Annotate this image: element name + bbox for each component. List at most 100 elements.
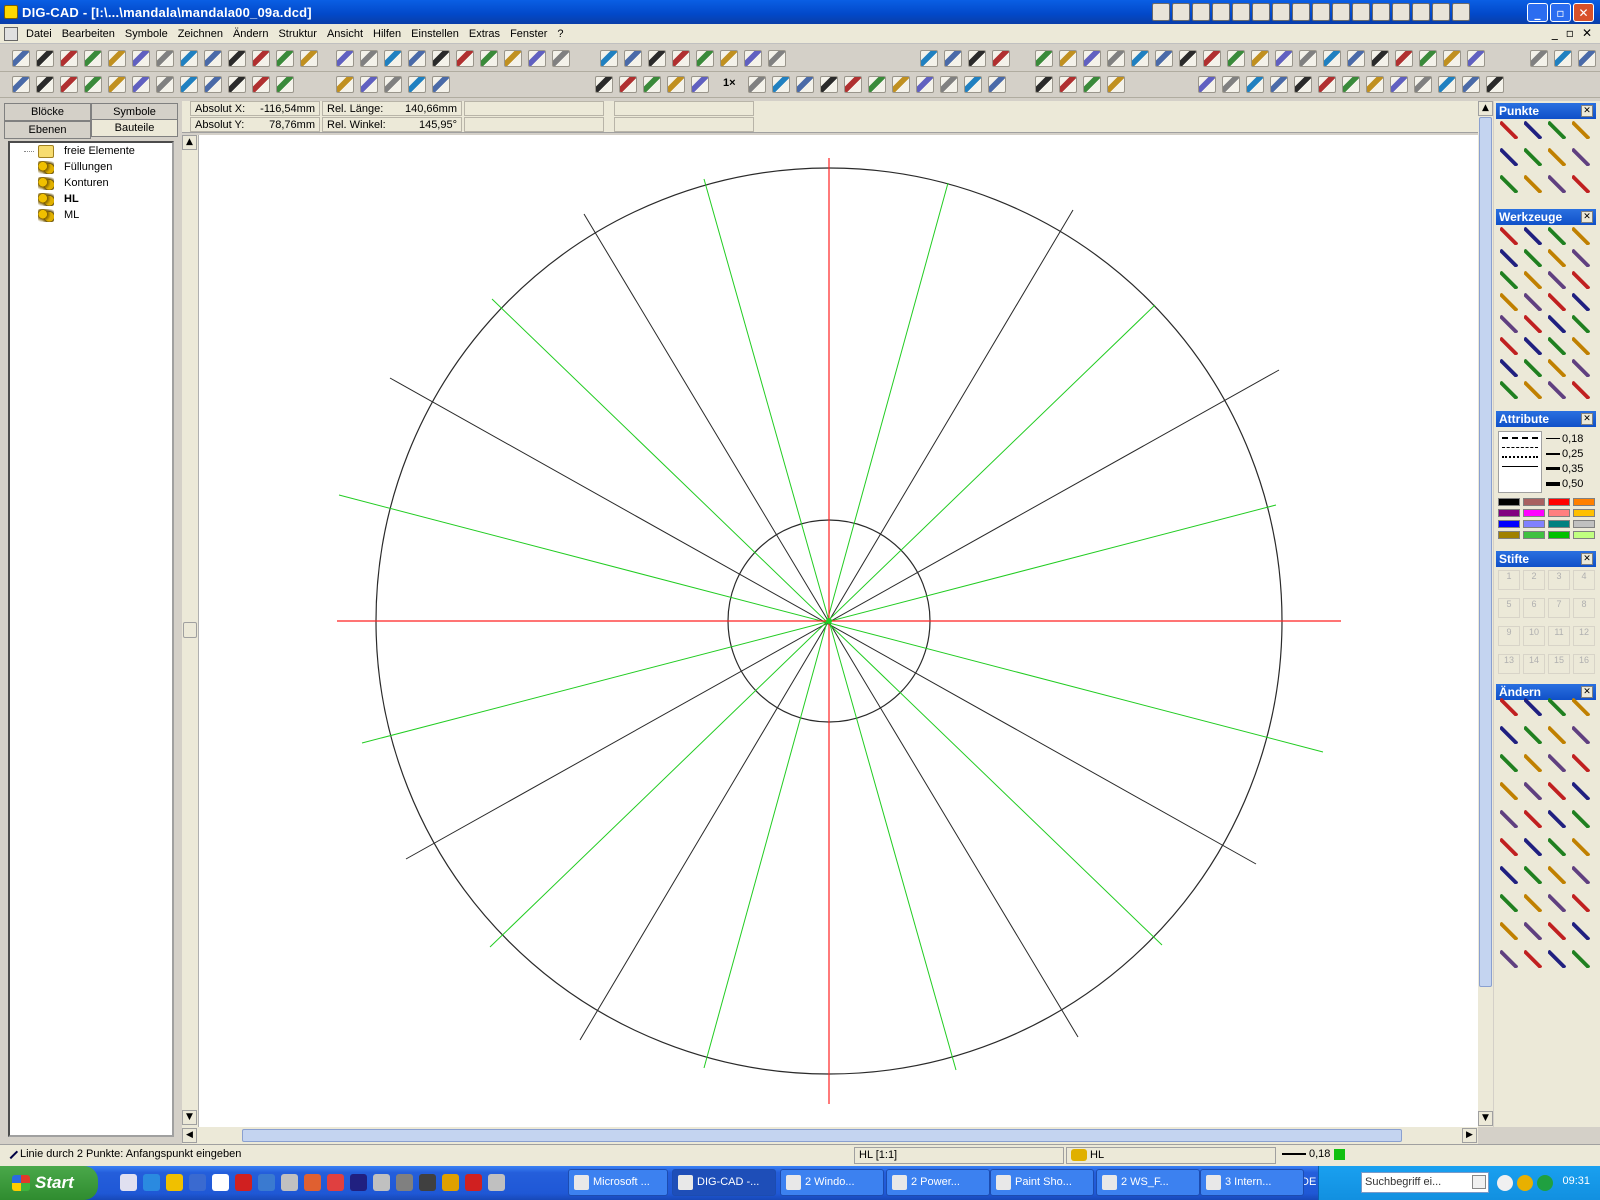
toolbar-button-icon[interactable]: [480, 50, 498, 67]
toolbar-button-icon[interactable]: [1083, 50, 1101, 67]
toolbar-button-icon[interactable]: [60, 76, 78, 93]
toolbar-button-icon[interactable]: [432, 76, 450, 93]
pen-button[interactable]: 13: [1498, 654, 1520, 674]
palette-tool-icon[interactable]: [1548, 754, 1566, 772]
scroll-down-icon[interactable]: ▼: [1478, 1111, 1493, 1126]
toolbar-button-icon[interactable]: [504, 50, 522, 67]
line-width-option[interactable]: 0,18: [1546, 431, 1596, 446]
toolbar-button-icon[interactable]: [1246, 76, 1264, 93]
menu-struktur[interactable]: Struktur: [273, 28, 322, 40]
close-button[interactable]: ✕: [1573, 3, 1594, 22]
palette-tool-icon[interactable]: [1548, 249, 1566, 267]
toolbar-button-icon[interactable]: [1179, 50, 1197, 67]
toolbar-button-icon[interactable]: [1131, 50, 1149, 67]
left-vertical-scrollbar[interactable]: ▲ ▼: [182, 135, 199, 1127]
palette-tool-icon[interactable]: [1572, 271, 1590, 289]
toolbar-button-icon[interactable]: [1371, 50, 1389, 67]
palette-tool-icon[interactable]: [1500, 175, 1518, 193]
toolbar-button-icon[interactable]: [720, 50, 738, 67]
toolbar-button-icon[interactable]: [204, 50, 222, 67]
toolbar-button-icon[interactable]: [336, 50, 354, 67]
palette-tool-icon[interactable]: [1500, 782, 1518, 800]
shortcut-icon[interactable]: [1272, 3, 1290, 21]
toolbar-button-icon[interactable]: [528, 50, 546, 67]
toolbar-button-icon[interactable]: [228, 50, 246, 67]
taskbar-task[interactable]: DIG-CAD -...: [672, 1169, 776, 1196]
palette-tool-icon[interactable]: [1572, 698, 1590, 716]
palette-tool-icon[interactable]: [1524, 726, 1542, 744]
palette-tool-icon[interactable]: [1524, 227, 1542, 245]
toolbar-button-icon[interactable]: [1347, 50, 1365, 67]
quick-launch-icon[interactable]: [235, 1174, 252, 1191]
menu-extras[interactable]: Extras: [464, 28, 505, 40]
toolbar-button-icon[interactable]: [1251, 50, 1269, 67]
toolbar-button-icon[interactable]: [1390, 76, 1408, 93]
shortcut-icon[interactable]: [1212, 3, 1230, 21]
toolbar-button-icon[interactable]: [1342, 76, 1360, 93]
tab-bloecke[interactable]: Blöcke: [4, 103, 91, 121]
toolbar-button-icon[interactable]: [1578, 50, 1596, 67]
palette-tool-icon[interactable]: [1548, 121, 1566, 139]
palette-tool-icon[interactable]: [1572, 726, 1590, 744]
palette-tool-icon[interactable]: [1500, 148, 1518, 166]
mdi-close-button[interactable]: ✕: [1582, 26, 1592, 40]
scroll-up-icon[interactable]: ▲: [182, 135, 197, 150]
quick-launch-icon[interactable]: [143, 1174, 160, 1191]
palette-tool-icon[interactable]: [1548, 782, 1566, 800]
palette-tool-icon[interactable]: [1572, 866, 1590, 884]
toolbar-button-icon[interactable]: [360, 50, 378, 67]
shortcut-icon[interactable]: [1292, 3, 1310, 21]
palette-tool-icon[interactable]: [1500, 726, 1518, 744]
palette-tool-icon[interactable]: [1524, 315, 1542, 333]
color-swatch[interactable]: [1498, 509, 1520, 517]
pen-button[interactable]: 1: [1498, 570, 1520, 590]
palette-tool-icon[interactable]: [1524, 359, 1542, 377]
palette-tool-icon[interactable]: [1548, 866, 1566, 884]
pen-button[interactable]: 11: [1548, 626, 1570, 646]
pen-button[interactable]: 6: [1523, 598, 1545, 618]
toolbar-button-icon[interactable]: [744, 50, 762, 67]
drawing-svg[interactable]: [183, 135, 1479, 1127]
toolbar-button-icon[interactable]: [1275, 50, 1293, 67]
toolbar-button-icon[interactable]: [1462, 76, 1480, 93]
palette-tool-icon[interactable]: [1548, 950, 1566, 968]
taskbar-task[interactable]: Paint Sho...: [990, 1169, 1094, 1196]
palette-tool-icon[interactable]: [1500, 337, 1518, 355]
palette-tool-icon[interactable]: [1572, 359, 1590, 377]
palette-tool-icon[interactable]: [1572, 249, 1590, 267]
palette-tool-icon[interactable]: [1548, 381, 1566, 399]
toolbar-button-icon[interactable]: [1083, 76, 1101, 93]
pen-button[interactable]: 15: [1548, 654, 1570, 674]
palette-tool-icon[interactable]: [1548, 337, 1566, 355]
toolbar-button-icon[interactable]: [108, 50, 126, 67]
green-radial-line[interactable]: [703, 182, 949, 1069]
pen-button[interactable]: 12: [1573, 626, 1595, 646]
shortcut-icon[interactable]: [1172, 3, 1190, 21]
pen-button[interactable]: 14: [1523, 654, 1545, 674]
palette-tool-icon[interactable]: [1572, 315, 1590, 333]
palette-tool-icon[interactable]: [1524, 121, 1542, 139]
toolbar-button-icon[interactable]: [408, 76, 426, 93]
pen-button[interactable]: 4: [1573, 570, 1595, 590]
toolbar-button-icon[interactable]: [1419, 50, 1437, 67]
toolbar-button-icon[interactable]: [868, 76, 886, 93]
toolbar-button-icon[interactable]: [1438, 76, 1456, 93]
toolbar-button-icon[interactable]: [595, 76, 613, 93]
palette-tool-icon[interactable]: [1500, 866, 1518, 884]
green-radial-line[interactable]: [338, 494, 1324, 753]
palette-tool-icon[interactable]: [1548, 810, 1566, 828]
color-swatch[interactable]: [1548, 531, 1570, 539]
tray-icon[interactable]: [1537, 1175, 1553, 1191]
toolbar-button-icon[interactable]: [600, 50, 618, 67]
palette-tool-icon[interactable]: [1524, 337, 1542, 355]
toolbar-button-icon[interactable]: [1035, 76, 1053, 93]
toolbar-button-icon[interactable]: [132, 76, 150, 93]
scroll-thumb[interactable]: [183, 622, 197, 638]
palette-tool-icon[interactable]: [1524, 866, 1542, 884]
palette-tool-icon[interactable]: [1548, 698, 1566, 716]
palette-tool-icon[interactable]: [1500, 271, 1518, 289]
palette-tool-icon[interactable]: [1500, 894, 1518, 912]
toolbar-button-icon[interactable]: [12, 50, 30, 67]
shortcut-icon[interactable]: [1252, 3, 1270, 21]
palette-tool-icon[interactable]: [1572, 810, 1590, 828]
